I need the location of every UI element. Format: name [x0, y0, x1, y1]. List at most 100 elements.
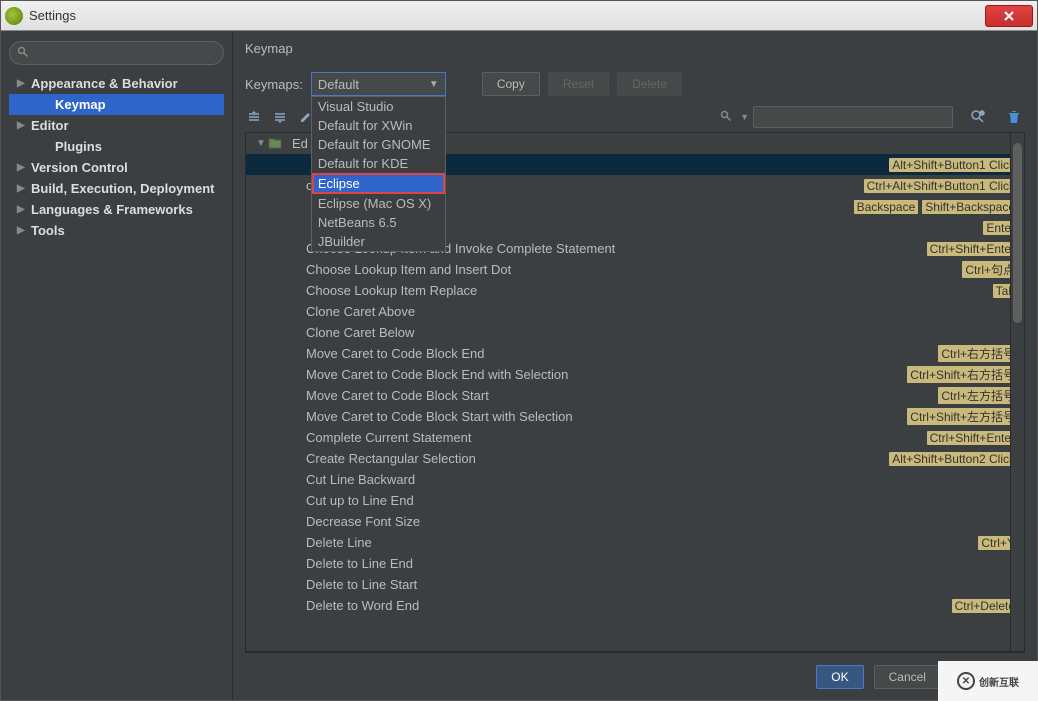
sidebar-item-keymap[interactable]: Keymap: [9, 94, 224, 115]
shortcut-badge: Ctrl+Shift+左方括号: [907, 408, 1018, 425]
sidebar-item-languages-frameworks[interactable]: ▶ Languages & Frameworks: [9, 199, 224, 220]
search-icon: [720, 110, 732, 125]
dropdown-option[interactable]: NetBeans 6.5: [312, 213, 445, 232]
sidebar-search-wrap: [9, 41, 224, 65]
action-row[interactable]: Delete LineCtrl+Y: [246, 532, 1024, 553]
action-label: Decrease Font Size: [256, 514, 1018, 529]
action-label: Cut up to Line End: [256, 493, 1018, 508]
dropdown-option[interactable]: Eclipse: [312, 173, 445, 194]
action-row[interactable]: Decrease Font Size: [246, 511, 1024, 532]
action-row[interactable]: Move Caret to Code Block Start with Sele…: [246, 406, 1024, 427]
action-row[interactable]: Clone Caret Above: [246, 301, 1024, 322]
settings-window: Settings ▶Appearance & BehaviorKeymap▶Ed…: [0, 0, 1038, 701]
scrollbar-thumb[interactable]: [1013, 143, 1022, 323]
action-label: Choose Lookup Item and Insert Dot: [256, 262, 958, 277]
keymap-dropdown[interactable]: Default ▼ Visual StudioDefault for XWinD…: [311, 72, 446, 96]
search-icon: [17, 46, 29, 58]
arrow-icon: ▶: [17, 183, 27, 194]
dropdown-option[interactable]: Visual Studio: [312, 97, 445, 116]
action-label: Clone Caret Above: [256, 304, 1018, 319]
toolbar-search: ▼: [720, 106, 953, 128]
action-label: Delete to Line End: [256, 556, 1018, 571]
action-row[interactable]: Delete to Word EndCtrl+Delete: [246, 595, 1024, 616]
sidebar-item-label: Build, Execution, Deployment: [31, 181, 214, 196]
watermark-text: 创新互联: [979, 674, 1019, 689]
sidebar-item-label: Version Control: [31, 160, 128, 175]
sidebar-item-label: Editor: [31, 118, 69, 133]
action-search-input[interactable]: [753, 106, 953, 128]
action-row[interactable]: Move Caret to Code Block End with Select…: [246, 364, 1024, 385]
shortcut-badge: Alt+Shift+Button1 Click: [889, 158, 1018, 172]
shortcut-badge: Ctrl+Shift+Enter: [927, 242, 1018, 256]
action-label: Clone Caret Below: [256, 325, 1018, 340]
close-icon: [1003, 10, 1015, 22]
arrow-icon: ▶: [17, 78, 27, 89]
action-row[interactable]: Move Caret to Code Block Start Ctrl+左方括号: [246, 385, 1024, 406]
sidebar-search-input[interactable]: [9, 41, 224, 65]
action-row[interactable]: Delete to Line Start: [246, 574, 1024, 595]
action-row[interactable]: Clone Caret Below: [246, 322, 1024, 343]
dropdown-button[interactable]: Default ▼: [311, 72, 446, 96]
action-row[interactable]: Delete to Line End: [246, 553, 1024, 574]
copy-button[interactable]: Copy: [482, 72, 540, 96]
shortcut-badge: Alt+Shift+Button2 Click: [889, 452, 1018, 466]
reset-button[interactable]: Reset: [548, 72, 609, 96]
collapse-all-icon[interactable]: [271, 108, 289, 126]
find-action-icon[interactable]: [967, 106, 989, 128]
shortcut-badge: Shift+Backspace: [922, 200, 1018, 214]
sidebar: ▶Appearance & BehaviorKeymap▶EditorPlugi…: [1, 31, 233, 700]
cancel-button[interactable]: Cancel: [874, 665, 941, 689]
expand-all-icon[interactable]: [245, 108, 263, 126]
sidebar-item-plugins[interactable]: Plugins: [9, 136, 224, 157]
shortcut-badge: Ctrl+左方括号: [938, 387, 1018, 404]
sidebar-item-label: Languages & Frameworks: [31, 202, 193, 217]
action-row[interactable]: Cut Line Backward: [246, 469, 1024, 490]
action-label: Delete Line: [256, 535, 974, 550]
folder-icon: [268, 137, 284, 151]
action-row[interactable]: Cut up to Line End: [246, 490, 1024, 511]
dropdown-option[interactable]: Default for GNOME: [312, 135, 445, 154]
action-label: Create Rectangular Selection: [256, 451, 885, 466]
dropdown-list: Visual StudioDefault for XWinDefault for…: [311, 96, 446, 252]
titlebar: Settings: [1, 1, 1037, 31]
action-row[interactable]: Choose Lookup Item ReplaceTab: [246, 280, 1024, 301]
sidebar-item-build-execution-deployment[interactable]: ▶ Build, Execution, Deployment: [9, 178, 224, 199]
sidebar-item-version-control[interactable]: ▶ Version Control: [9, 157, 224, 178]
action-label: Choose Lookup Item Replace: [256, 283, 989, 298]
window-title: Settings: [29, 8, 985, 23]
action-row[interactable]: Complete Current StatementCtrl+Shift+Ent…: [246, 427, 1024, 448]
close-button[interactable]: [985, 5, 1033, 27]
sidebar-item-tools[interactable]: ▶ Tools: [9, 220, 224, 241]
shortcut-badge: Backspace: [854, 200, 919, 214]
action-label: Move Caret to Code Block Start: [256, 388, 934, 403]
action-label: Move Caret to Code Block End: [256, 346, 934, 361]
action-row[interactable]: Choose Lookup Item and Insert DotCtrl+句点: [246, 259, 1024, 280]
chevron-down-icon[interactable]: ▼: [740, 112, 749, 122]
sidebar-item-appearance-behavior[interactable]: ▶Appearance & Behavior: [9, 73, 224, 94]
dropdown-option[interactable]: JBuilder: [312, 232, 445, 251]
delete-button[interactable]: Delete: [617, 72, 682, 96]
sidebar-item-label: Tools: [31, 223, 65, 238]
action-row[interactable]: Move Caret to Code Block EndCtrl+右方括号: [246, 343, 1024, 364]
action-row[interactable]: Create Rectangular Selection Alt+Shift+Bu…: [246, 448, 1024, 469]
arrow-icon: ▶: [17, 225, 27, 236]
action-label: Move Caret to Code Block Start with Sele…: [256, 409, 903, 424]
dropdown-option[interactable]: Default for XWin: [312, 116, 445, 135]
keymap-row: Keymaps: Default ▼ Visual StudioDefault …: [245, 72, 1025, 96]
chevron-down-icon: ▼: [429, 79, 439, 90]
sidebar-item-editor[interactable]: ▶Editor: [9, 115, 224, 136]
dropdown-option[interactable]: Eclipse (Mac OS X): [312, 194, 445, 213]
shortcut-badge: Ctrl+Shift+右方括号: [907, 366, 1018, 383]
arrow-icon: ▶: [17, 204, 27, 215]
action-label: Move Caret to Code Block End with Select…: [256, 367, 903, 382]
shortcut-badge: Ctrl+Alt+Shift+Button1 Click: [864, 179, 1018, 193]
footer: OK Cancel Apply: [245, 652, 1025, 700]
trash-icon[interactable]: [1003, 106, 1025, 128]
ok-button[interactable]: OK: [816, 665, 863, 689]
shortcut-badge: Ctrl+Delete: [952, 599, 1018, 613]
app-icon: [5, 7, 23, 25]
arrow-icon: ▶: [17, 162, 27, 173]
sidebar-item-label: Keymap: [55, 97, 106, 112]
vertical-scrollbar[interactable]: [1010, 133, 1024, 651]
dropdown-option[interactable]: Default for KDE: [312, 154, 445, 173]
